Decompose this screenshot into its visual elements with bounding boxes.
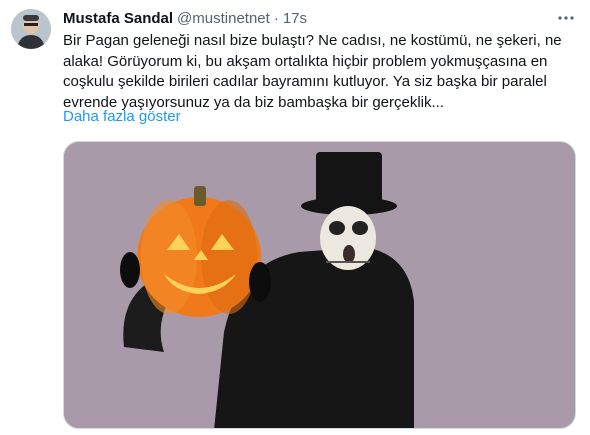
tweet-header: Mustafa Sandal @mustinetnet · 17s — [63, 9, 574, 27]
separator-dot: · — [273, 9, 279, 27]
author-name[interactable]: Mustafa Sandal — [63, 10, 173, 27]
tweet-text: Bir Pagan geleneği nasıl bize bulaştı? N… — [63, 32, 562, 111]
timestamp[interactable]: 17s — [283, 10, 307, 27]
show-more-link[interactable]: Daha fazla göster — [63, 108, 181, 125]
tweet-media-image[interactable] — [63, 141, 576, 429]
author-handle[interactable]: @mustinetnet — [177, 10, 270, 27]
more-horizontal-icon[interactable] — [556, 8, 576, 28]
avatar[interactable] — [11, 9, 51, 49]
tweet[interactable]: Mustafa Sandal @mustinetnet · 17s Bir Pa… — [0, 0, 590, 435]
